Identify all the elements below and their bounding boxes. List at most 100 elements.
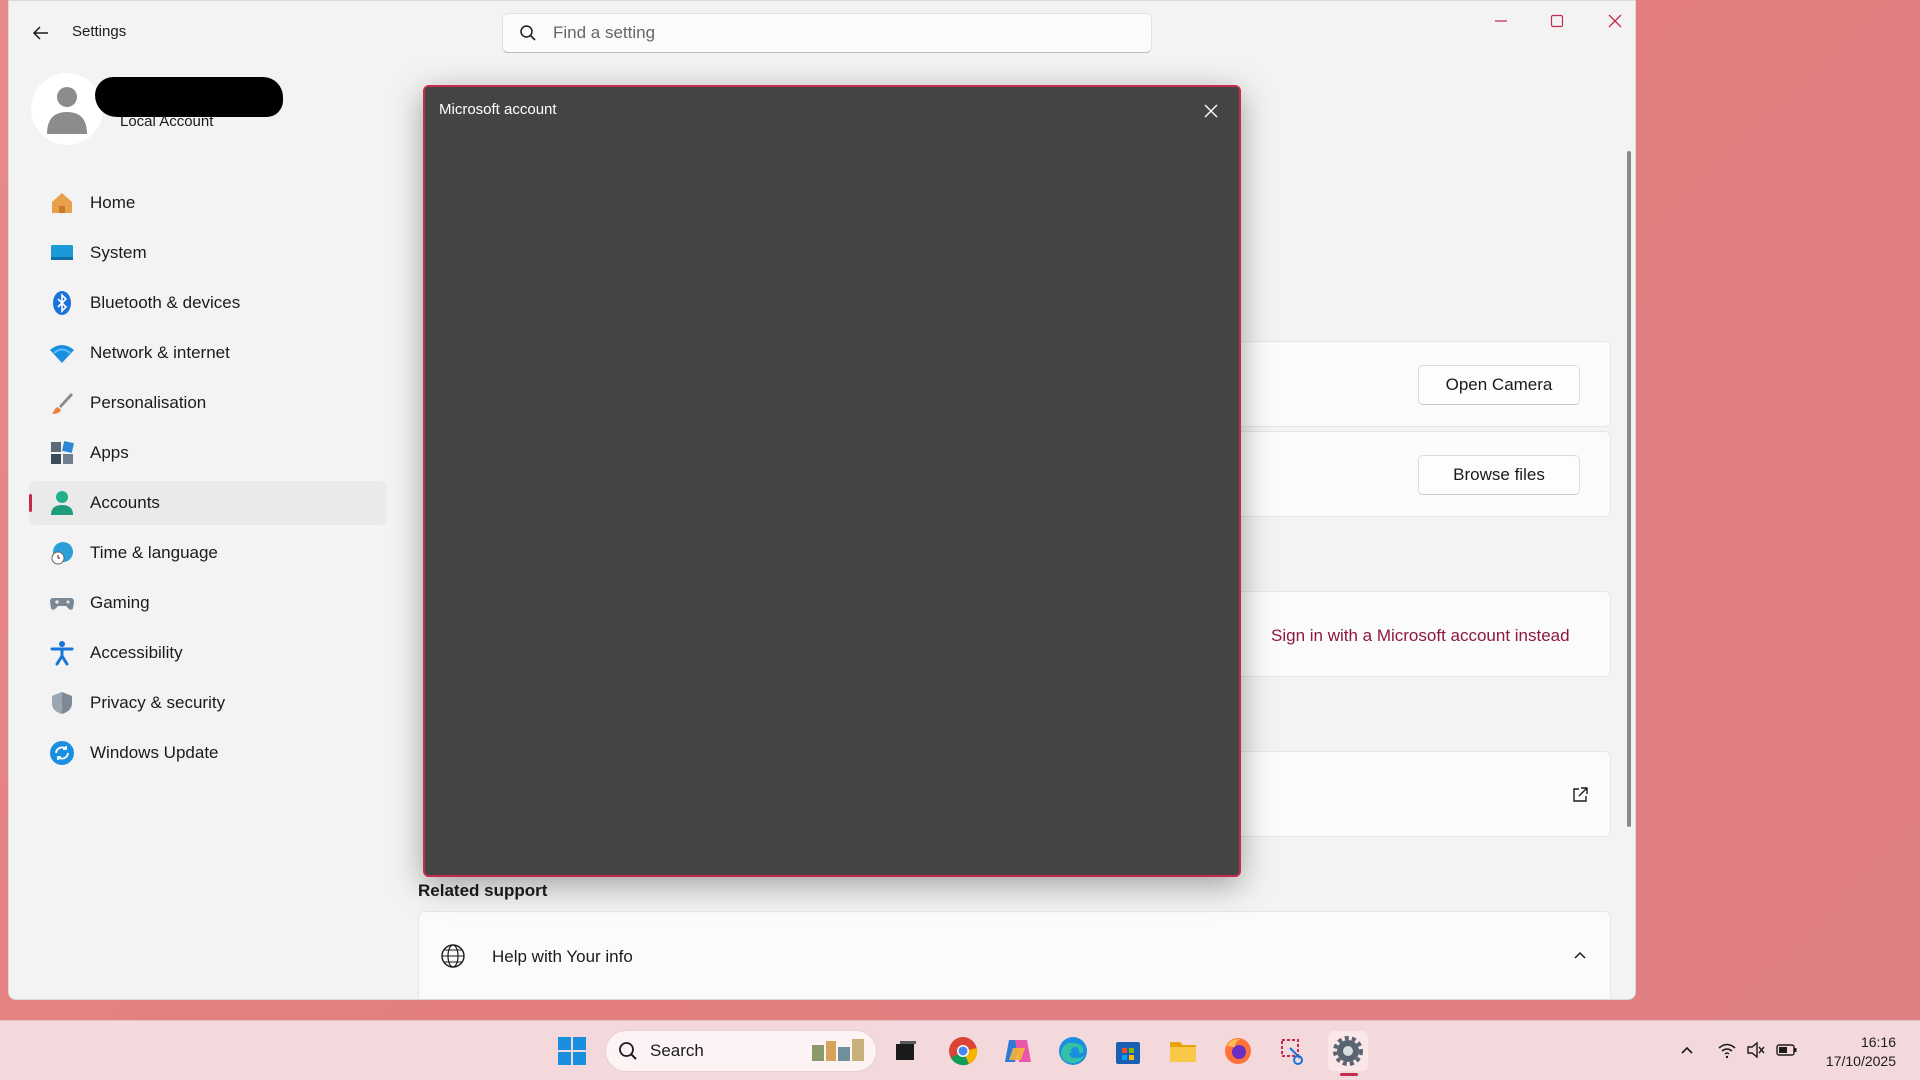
- bluetooth-icon: [49, 290, 75, 316]
- clock[interactable]: 16:16 17/10/2025: [1826, 1033, 1896, 1071]
- back-button[interactable]: [25, 17, 57, 49]
- chrome-taskbar-button[interactable]: [943, 1031, 983, 1071]
- browse-files-button[interactable]: Browse files: [1418, 455, 1580, 495]
- sidebar-item-label: System: [90, 243, 147, 262]
- accessibility-icon: [49, 640, 75, 666]
- settings-window: Settings Local Account Home: [8, 0, 1636, 1000]
- sidebar-item-accessibility[interactable]: Accessibility: [29, 631, 387, 675]
- minimize-icon: [1495, 20, 1507, 22]
- dialog-close-button[interactable]: [1195, 95, 1227, 127]
- sidebar-item-label: Bluetooth & devices: [90, 293, 241, 312]
- show-hidden-icons-button[interactable]: [1676, 1039, 1698, 1061]
- sidebar-item-label: Personalisation: [90, 393, 207, 412]
- store-icon: [1116, 1042, 1140, 1064]
- back-arrow-icon: [32, 26, 48, 40]
- dialog-title: Microsoft account: [439, 101, 557, 118]
- settings-search-input[interactable]: [553, 23, 1113, 43]
- gear-icon: [1333, 1036, 1363, 1066]
- sidebar-item-windows-update[interactable]: Windows Update: [29, 731, 387, 775]
- sidebar-item-label: Privacy & security: [90, 693, 226, 712]
- system-icon: [49, 240, 75, 266]
- microsoft-account-dialog: Microsoft account: [423, 85, 1241, 877]
- sidebar-item-label: Accessibility: [90, 643, 183, 662]
- search-icon: [618, 1041, 638, 1061]
- edge-taskbar-button[interactable]: [1053, 1031, 1093, 1071]
- sidebar-item-label: Network & internet: [90, 343, 230, 362]
- sidebar-item-accounts[interactable]: Accounts: [29, 481, 387, 525]
- edge-icon: [1059, 1037, 1087, 1065]
- maximize-icon: [1550, 14, 1564, 28]
- copilot-icon: [1005, 1040, 1031, 1062]
- sidebar-item-gaming[interactable]: Gaming: [29, 581, 387, 625]
- taskbar-search-label: Search: [650, 1041, 704, 1060]
- firefox-taskbar-button[interactable]: [1218, 1031, 1258, 1071]
- close-icon: [1608, 14, 1622, 28]
- shield-icon: [49, 690, 75, 716]
- scissors-icon: [1281, 1039, 1303, 1065]
- gamepad-icon: [49, 590, 75, 616]
- battery-tray-button[interactable]: [1776, 1039, 1798, 1061]
- settings-search-box[interactable]: [502, 13, 1152, 53]
- redacted-username: [95, 77, 283, 117]
- copilot-taskbar-button[interactable]: [998, 1031, 1038, 1071]
- battery-icon: [1776, 1044, 1797, 1056]
- chrome-icon: [949, 1037, 978, 1066]
- sidebar-item-label: Home: [90, 193, 136, 212]
- taskbar: Search 16:16 17/10/2025: [0, 1020, 1920, 1080]
- active-app-indicator: [1340, 1073, 1358, 1076]
- store-taskbar-button[interactable]: [1108, 1031, 1148, 1071]
- clock-date: 17/10/2025: [1825, 1053, 1896, 1069]
- sidebar-item-bluetooth[interactable]: Bluetooth & devices: [29, 281, 387, 325]
- start-button[interactable]: [552, 1031, 592, 1071]
- related-support-title: Related support: [418, 881, 548, 900]
- sidebar-item-label: Gaming: [90, 593, 150, 612]
- sign-in-microsoft-link[interactable]: Sign in with a Microsoft account instead: [1271, 626, 1570, 646]
- chevron-up-icon[interactable]: [1572, 947, 1588, 968]
- task-view-icon: [896, 1041, 916, 1060]
- sidebar-item-time-language[interactable]: Time & language: [29, 531, 387, 575]
- globe-icon: [440, 943, 466, 974]
- settings-taskbar-button[interactable]: [1328, 1031, 1368, 1071]
- close-window-button[interactable]: [1587, 1, 1635, 41]
- minimize-button[interactable]: [1473, 1, 1529, 41]
- app-title: Settings: [72, 23, 127, 40]
- home-icon: [49, 190, 75, 216]
- scrollbar[interactable]: [1627, 151, 1631, 827]
- help-your-info-label: Help with Your info: [492, 947, 633, 966]
- sidebar-item-privacy[interactable]: Privacy & security: [29, 681, 387, 725]
- network-tray-button[interactable]: [1716, 1039, 1738, 1061]
- wifi-icon: [1718, 1043, 1736, 1059]
- firefox-icon: [1225, 1038, 1251, 1064]
- sidebar-nav: Home System Bluetooth & devices Network …: [29, 181, 387, 781]
- accounts-icon: [49, 490, 75, 516]
- person-icon: [47, 87, 87, 134]
- sidebar-item-home[interactable]: Home: [29, 181, 387, 225]
- sidebar-item-label: Apps: [90, 443, 129, 462]
- external-link-icon: [1571, 786, 1589, 809]
- volume-muted-icon: [1747, 1041, 1765, 1059]
- maximize-button[interactable]: [1529, 1, 1585, 41]
- task-view-button[interactable]: [886, 1031, 926, 1071]
- avatar: [31, 73, 103, 145]
- search-icon: [519, 23, 539, 43]
- chevron-up-icon: [1681, 1046, 1693, 1054]
- search-highlight-icon: [810, 1037, 868, 1065]
- taskbar-search[interactable]: Search: [605, 1030, 877, 1072]
- sidebar-item-label: Accounts: [90, 493, 160, 512]
- sidebar-item-apps[interactable]: Apps: [29, 431, 387, 475]
- sidebar-item-system[interactable]: System: [29, 231, 387, 275]
- brush-icon: [49, 390, 75, 416]
- sidebar-item-label: Time & language: [90, 543, 218, 562]
- close-icon: [1204, 104, 1218, 118]
- file-explorer-taskbar-button[interactable]: [1163, 1031, 1203, 1071]
- title-bar: Settings: [9, 1, 1635, 63]
- snipping-tool-taskbar-button[interactable]: [1273, 1031, 1313, 1071]
- folder-icon: [1170, 1042, 1196, 1062]
- sidebar-item-personalisation[interactable]: Personalisation: [29, 381, 387, 425]
- windows-logo-icon: [558, 1037, 586, 1065]
- open-camera-button[interactable]: Open Camera: [1418, 365, 1580, 405]
- external-link-card[interactable]: [1209, 751, 1611, 837]
- volume-tray-button[interactable]: [1745, 1039, 1767, 1061]
- sidebar-item-network[interactable]: Network & internet: [29, 331, 387, 375]
- globe-clock-icon: [49, 540, 75, 566]
